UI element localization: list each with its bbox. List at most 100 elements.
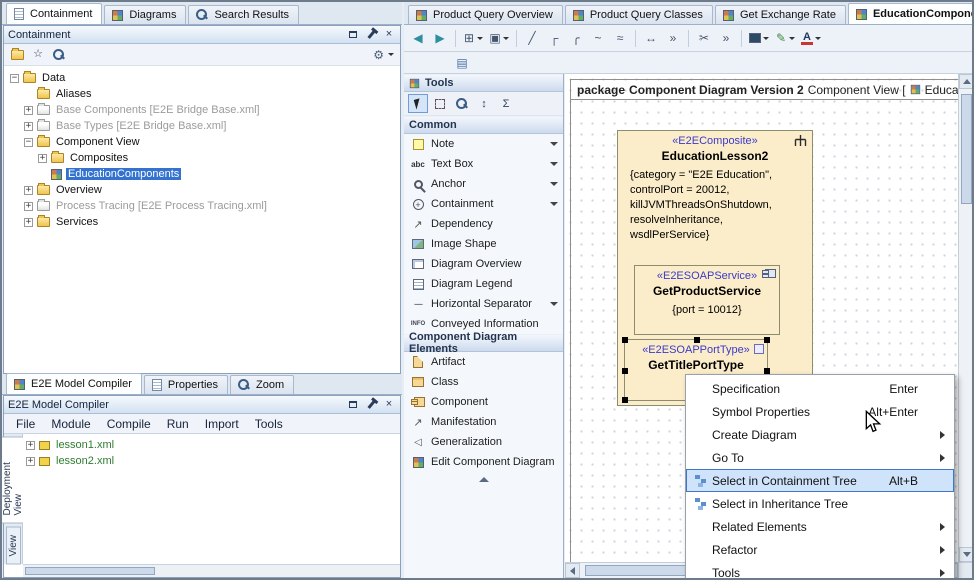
- selection-handle[interactable]: [764, 337, 770, 343]
- close-button[interactable]: ×: [382, 28, 396, 41]
- menu-item-specification[interactable]: SpecificationEnter: [686, 377, 954, 400]
- selection-handle[interactable]: [622, 337, 628, 343]
- settings-button[interactable]: ⚙: [373, 48, 394, 62]
- expander-plus[interactable]: +: [24, 106, 33, 115]
- palette-item-diagram-legend[interactable]: Diagram Legend: [404, 274, 563, 294]
- tab-get-exchange-rate[interactable]: Get Exchange Rate: [715, 5, 846, 24]
- palette-item-anchor[interactable]: Anchor: [404, 174, 563, 194]
- tree-item-data[interactable]: −Data: [6, 70, 400, 86]
- selection-handle[interactable]: [622, 368, 628, 374]
- palette-item-horizontal-separator[interactable]: ----Horizontal Separator: [404, 294, 563, 314]
- tab-product-query-overview[interactable]: Product Query Overview: [408, 5, 563, 24]
- more-tools-chevron[interactable]: »: [663, 28, 683, 48]
- palette-item-manifestation[interactable]: ↗Manifestation: [404, 412, 563, 432]
- menu-module[interactable]: Module: [43, 416, 98, 432]
- more-edit-chevron[interactable]: »: [716, 28, 736, 48]
- expander-plus[interactable]: +: [38, 154, 47, 163]
- palette-collapse-button[interactable]: [404, 472, 563, 487]
- tab-containment[interactable]: Containment: [6, 3, 102, 24]
- expander-plus[interactable]: +: [24, 202, 33, 211]
- float-button[interactable]: [346, 28, 360, 41]
- palette-item-artifact[interactable]: Artifact: [404, 352, 563, 372]
- scroll-left-button[interactable]: [565, 563, 580, 578]
- menu-file[interactable]: File: [8, 416, 43, 432]
- palette-item-containment[interactable]: +Containment: [404, 194, 563, 214]
- compiler-item-lesson1-xml[interactable]: +lesson1.xml: [26, 437, 400, 453]
- vertical-scrollbar[interactable]: [958, 74, 974, 562]
- menu-tools[interactable]: Tools: [247, 416, 291, 432]
- palette-section-common[interactable]: Common: [404, 116, 563, 134]
- tree-item-services[interactable]: +Services: [6, 214, 400, 230]
- resize-button[interactable]: ↔: [641, 28, 661, 48]
- expander-plus[interactable]: +: [26, 441, 35, 450]
- palette-item-class[interactable]: Class: [404, 372, 563, 392]
- close-button[interactable]: ×: [382, 398, 396, 411]
- menu-item-select-in-containment-tree[interactable]: Select in Containment TreeAlt+B: [686, 469, 954, 492]
- align-tool[interactable]: ↕: [474, 94, 494, 113]
- containment-tree[interactable]: −DataAliases+Base Components [E2E Bridge…: [4, 67, 400, 373]
- custom-path-button[interactable]: ≈: [610, 28, 630, 48]
- pin-button[interactable]: [364, 28, 378, 41]
- palette-item-generalization[interactable]: ◁Generalization: [404, 432, 563, 452]
- open-button[interactable]: [10, 48, 24, 61]
- tab-zoom[interactable]: Zoom: [230, 375, 294, 394]
- nav-forward-button[interactable]: ▶: [430, 28, 450, 48]
- menu-item-symbol-properties[interactable]: Symbol PropertiesAlt+Enter: [686, 400, 954, 423]
- tab-diagrams[interactable]: Diagrams: [104, 5, 186, 24]
- float-button[interactable]: [346, 398, 360, 411]
- expander-minus[interactable]: −: [24, 138, 33, 147]
- expander-plus[interactable]: +: [24, 186, 33, 195]
- menu-compile[interactable]: Compile: [99, 416, 159, 432]
- side-tab-view[interactable]: View: [6, 527, 21, 565]
- expander-plus[interactable]: +: [24, 122, 33, 131]
- expander-minus[interactable]: −: [10, 74, 19, 83]
- marquee-tool[interactable]: [430, 94, 450, 113]
- expander-plus[interactable]: +: [24, 218, 33, 227]
- palette-item-dependency[interactable]: ↗Dependency: [404, 214, 563, 234]
- menu-item-tools[interactable]: Tools: [686, 561, 954, 580]
- scrollbar-thumb[interactable]: [961, 94, 972, 204]
- compiler-tree[interactable]: +lesson1.xml+lesson2.xml: [23, 434, 400, 564]
- palette-item-note[interactable]: Note: [404, 134, 563, 154]
- tree-item-educationcomponents[interactable]: EducationComponents: [6, 166, 400, 182]
- palette-item-component[interactable]: Component: [404, 392, 563, 412]
- search-button[interactable]: [52, 48, 66, 61]
- tree-item-base-types-e2e-bridge-base-xml[interactable]: +Base Types [E2E Bridge Base.xml]: [6, 118, 400, 134]
- tab-educationcomponent[interactable]: EducationComponent...: [848, 3, 974, 24]
- palette-item-text-box[interactable]: abcText Box: [404, 154, 563, 174]
- select-tool[interactable]: [408, 94, 428, 113]
- image-style-button[interactable]: [747, 28, 771, 48]
- palette-item-edit-component-diagram[interactable]: Edit Component Diagram: [404, 452, 563, 472]
- menu-item-create-diagram[interactable]: Create Diagram: [686, 423, 954, 446]
- rectilinear-path-button[interactable]: ┌: [544, 28, 564, 48]
- tree-item-component-view[interactable]: −Component View: [6, 134, 400, 150]
- tree-item-aliases[interactable]: Aliases: [6, 86, 400, 102]
- zoom-tool[interactable]: [452, 94, 472, 113]
- menu-item-refactor[interactable]: Refactor: [686, 538, 954, 561]
- palette-item-image-shape[interactable]: Image Shape: [404, 234, 563, 254]
- font-color-button[interactable]: A: [799, 28, 823, 48]
- expander-plus[interactable]: +: [26, 457, 35, 466]
- menu-item-related-elements[interactable]: Related Elements: [686, 515, 954, 538]
- tree-item-overview[interactable]: +Overview: [6, 182, 400, 198]
- pin-button[interactable]: [364, 398, 378, 411]
- menu-item-go-to[interactable]: Go To: [686, 446, 954, 469]
- tab-product-query-classes[interactable]: Product Query Classes: [565, 5, 713, 24]
- cut-button[interactable]: ✂: [694, 28, 714, 48]
- favorites-button[interactable]: ☆: [31, 48, 45, 61]
- tab-search-results[interactable]: Search Results: [188, 5, 299, 24]
- palette-section-component-diagram-elements[interactable]: Component Diagram Elements: [404, 334, 563, 352]
- diagram-info-button[interactable]: ▤: [452, 53, 472, 73]
- nav-back-button[interactable]: ◀: [408, 28, 428, 48]
- menu-run[interactable]: Run: [159, 416, 197, 432]
- tree-item-process-tracing-e2e-process-tracing-xml[interactable]: +Process Tracing [E2E Process Tracing.xm…: [6, 198, 400, 214]
- selection-handle[interactable]: [694, 337, 700, 343]
- menu-import[interactable]: Import: [197, 416, 247, 432]
- palette-item-diagram-overview[interactable]: Diagram Overview: [404, 254, 563, 274]
- add-shape-button[interactable]: ▣: [487, 28, 511, 48]
- compiler-item-lesson2-xml[interactable]: +lesson2.xml: [26, 453, 400, 469]
- highlighter-button[interactable]: ✎: [773, 28, 797, 48]
- tab-properties[interactable]: Properties: [144, 375, 228, 394]
- selection-handle[interactable]: [622, 397, 628, 403]
- scroll-down-button[interactable]: [959, 547, 974, 562]
